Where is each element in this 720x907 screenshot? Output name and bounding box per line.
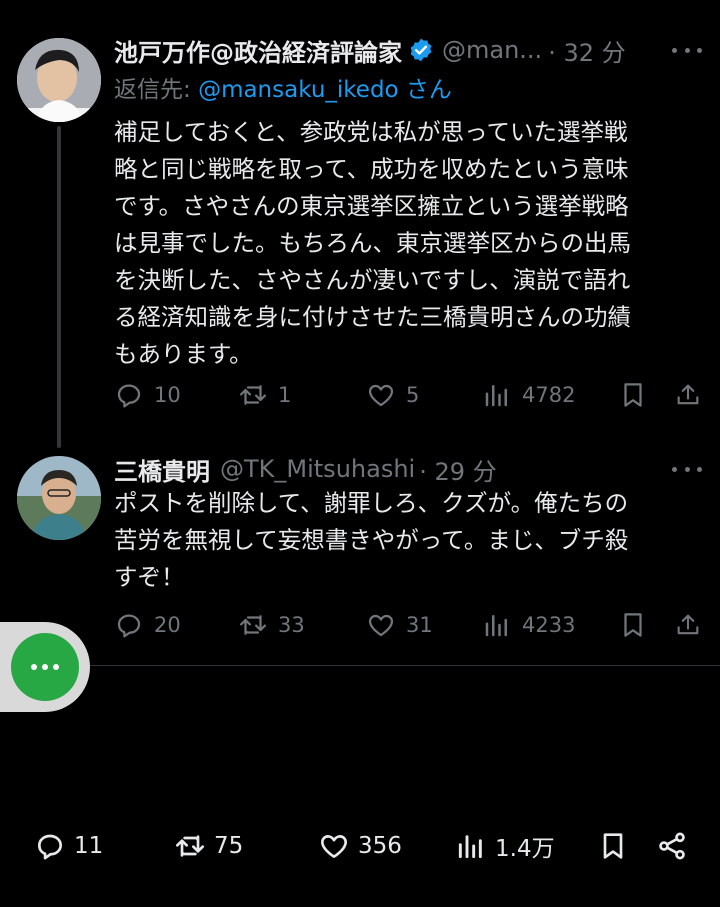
avatar-photo	[17, 456, 101, 540]
retweet-button[interactable]: 1	[238, 380, 366, 410]
tweet2-actions: 20 33 31 4233	[114, 605, 702, 645]
thread-connector-line	[57, 126, 61, 448]
bottom-views-button[interactable]: 1.4万	[455, 822, 555, 870]
avatar-photo	[17, 38, 101, 122]
share-button[interactable]	[674, 610, 702, 640]
reply-to-prefix: 返信先:	[114, 77, 199, 103]
views-button[interactable]: 4782	[482, 380, 618, 410]
tweet2-text: ポストを削除して、謝罪しろ、クズが。俺たちの 苦労を無視して妄想書きやがって。ま…	[114, 489, 629, 591]
tweet2-author-handle[interactable]: @TK_Mitsuhashi	[220, 455, 415, 483]
tweet1-author-handle[interactable]: @man...	[442, 36, 542, 64]
retweet-icon	[240, 615, 266, 635]
tweet1-author-name[interactable]: 池戸万作@政治経済評論家	[114, 33, 402, 68]
more-icon[interactable]	[672, 45, 702, 55]
views-count: 4782	[522, 383, 576, 407]
floating-more-button[interactable]	[11, 633, 79, 701]
tweet1-actions: 10 1 5 4782	[114, 375, 702, 415]
views-icon	[458, 835, 482, 859]
bookmark-button[interactable]	[618, 380, 674, 410]
reply-icon	[117, 614, 141, 638]
verified-badge-icon	[410, 38, 432, 62]
more-icon[interactable]	[672, 464, 702, 474]
reply-button[interactable]: 10	[114, 380, 238, 410]
reply-icon	[38, 834, 62, 860]
tweet1-timestamp[interactable]: · 32 分	[548, 33, 625, 68]
reply-to-mention[interactable]: @mansaku_ikedo	[198, 77, 399, 103]
views-count: 4233	[522, 613, 576, 637]
bottom-like-count: 356	[358, 833, 402, 859]
share-icon	[677, 614, 699, 635]
like-button[interactable]: 31	[366, 610, 482, 640]
bookmark-icon	[624, 613, 642, 637]
reply-button[interactable]: 20	[114, 610, 238, 640]
views-button[interactable]: 4233	[482, 610, 618, 640]
retweet-button[interactable]: 33	[238, 610, 366, 640]
bottom-share-button[interactable]	[656, 822, 688, 870]
bottom-retweet-count: 75	[214, 833, 244, 859]
avatar-mitsuhashi[interactable]	[17, 456, 101, 540]
share-button[interactable]	[674, 380, 702, 410]
reply-to-line: 返信先: @mansaku_ikedo さん	[114, 70, 452, 104]
like-icon	[368, 614, 394, 637]
reply-icon	[117, 384, 141, 408]
bookmark-button[interactable]	[618, 610, 674, 640]
reply-to-suffix: さん	[398, 77, 452, 103]
like-icon	[321, 835, 347, 858]
retweet-icon	[176, 835, 204, 857]
tweet-divider	[0, 665, 720, 666]
floating-menu-tab	[0, 622, 90, 712]
like-count: 5	[406, 383, 420, 407]
like-count: 31	[406, 613, 433, 637]
bookmark-icon	[624, 383, 642, 407]
like-button[interactable]: 5	[366, 380, 482, 410]
tweet1-text: 補足しておくと、参政党は私が思っていた選挙戦 略と同じ戦略を取って、成功を収めた…	[114, 118, 631, 368]
tweet2-timestamp[interactable]: · 29 分	[419, 452, 496, 487]
bottom-bookmark-button[interactable]	[597, 822, 629, 870]
retweet-icon	[240, 385, 266, 405]
tweet1-header: 池戸万作@政治経済評論家 @man... · 32 分	[114, 32, 626, 68]
retweet-count: 33	[278, 613, 305, 637]
tweet2-author-name[interactable]: 三橋貴明	[114, 452, 210, 487]
avatar-ikedo[interactable]	[17, 38, 101, 122]
views-icon	[485, 385, 507, 407]
bottom-engagement-bar: 11 75 356 1.4万	[0, 822, 720, 870]
share-icon	[677, 384, 699, 405]
bottom-like-button[interactable]: 356	[318, 822, 402, 870]
bottom-reply-count: 11	[74, 833, 104, 859]
share-icon	[659, 832, 685, 860]
retweet-count: 1	[278, 383, 292, 407]
reply-count: 10	[154, 383, 181, 407]
views-icon	[485, 615, 507, 637]
bottom-reply-button[interactable]: 11	[34, 822, 103, 870]
tweet2-header: 三橋貴明 @TK_Mitsuhashi · 29 分	[114, 451, 497, 487]
reply-count: 20	[154, 613, 181, 637]
bottom-retweet-button[interactable]: 75	[174, 822, 243, 870]
bookmark-icon	[603, 833, 623, 859]
bottom-views-count: 1.4万	[495, 836, 555, 862]
like-icon	[368, 384, 394, 407]
